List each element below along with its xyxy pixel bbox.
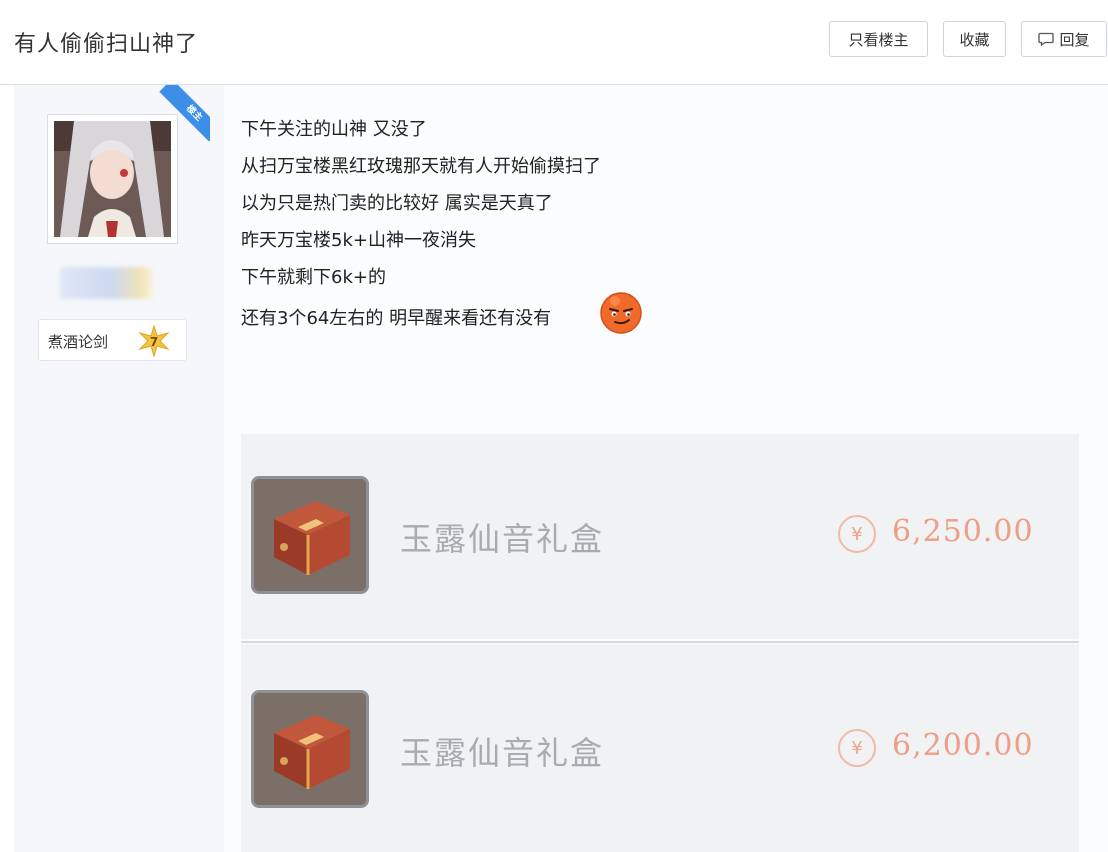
post-line: 昨天万宝楼5k+山神一夜消失: [241, 230, 476, 251]
item-price: 6,200.00: [892, 728, 1034, 763]
gift-box-icon: [251, 690, 369, 808]
op-ribbon: 楼主: [154, 85, 210, 141]
op-badge: 楼主: [159, 85, 210, 141]
post-line: 以为只是热门卖的比较好 属实是天真了: [241, 193, 553, 214]
post-line: 下午就剩下6k+的: [241, 267, 386, 288]
author-panel: 楼主 煮酒论剑 7: [14, 85, 224, 852]
level-number: 7: [150, 335, 158, 349]
reply-label: 回复: [1059, 30, 1090, 49]
post-line: 从扫万宝楼黑红玫瑰那天就有人开始偷摸扫了: [241, 156, 601, 177]
post-text: 下午关注的山神 又没了 从扫万宝楼黑红玫瑰那天就有人开始偷摸扫了 以为只是热门卖…: [241, 119, 601, 345]
post-body: 下午关注的山神 又没了 从扫万宝楼黑红玫瑰那天就有人开始偷摸扫了 以为只是热门卖…: [224, 85, 1108, 852]
item-price: 6,250.00: [892, 514, 1034, 549]
only-op-label: 只看楼主: [848, 30, 909, 49]
favorite-label: 收藏: [959, 30, 990, 49]
only-op-button[interactable]: 只看楼主: [829, 21, 928, 57]
gift-box-icon: [251, 476, 369, 594]
item-name: 玉露仙音礼盒: [400, 734, 605, 772]
thread-header: 有人偷偷扫山神了 只看楼主 收藏 回复: [0, 0, 1108, 85]
thread-title: 有人偷偷扫山神了: [14, 32, 199, 57]
post-line: 下午关注的山神 又没了: [241, 119, 427, 140]
trade-item[interactable]: 玉露仙音礼盒 ¥ 6,250.00: [241, 434, 1079, 639]
reply-button[interactable]: 回复: [1021, 21, 1107, 57]
item-name: 玉露仙音礼盒: [400, 520, 605, 558]
level-name: 煮酒论剑: [48, 333, 109, 351]
yen-icon: ¥: [838, 515, 876, 553]
yen-icon: ¥: [838, 729, 876, 767]
level-badge: 煮酒论剑 7: [38, 319, 187, 361]
favorite-button[interactable]: 收藏: [943, 21, 1006, 57]
level-star-icon: 7: [138, 325, 170, 357]
username-redacted: [60, 267, 156, 299]
trade-item[interactable]: 玉露仙音礼盒 ¥ 6,200.00: [241, 644, 1079, 852]
smirk-emoji-icon: [600, 292, 642, 334]
item-divider: [241, 641, 1079, 643]
comment-icon: [1038, 32, 1055, 46]
post-container: 楼主 煮酒论剑 7 下午关注的山神 又没了 从扫万宝楼黑红玫瑰那天就有人开始偷摸…: [14, 85, 1108, 852]
post-line: 还有3个64左右的 明早醒来看还有没有: [241, 308, 552, 329]
